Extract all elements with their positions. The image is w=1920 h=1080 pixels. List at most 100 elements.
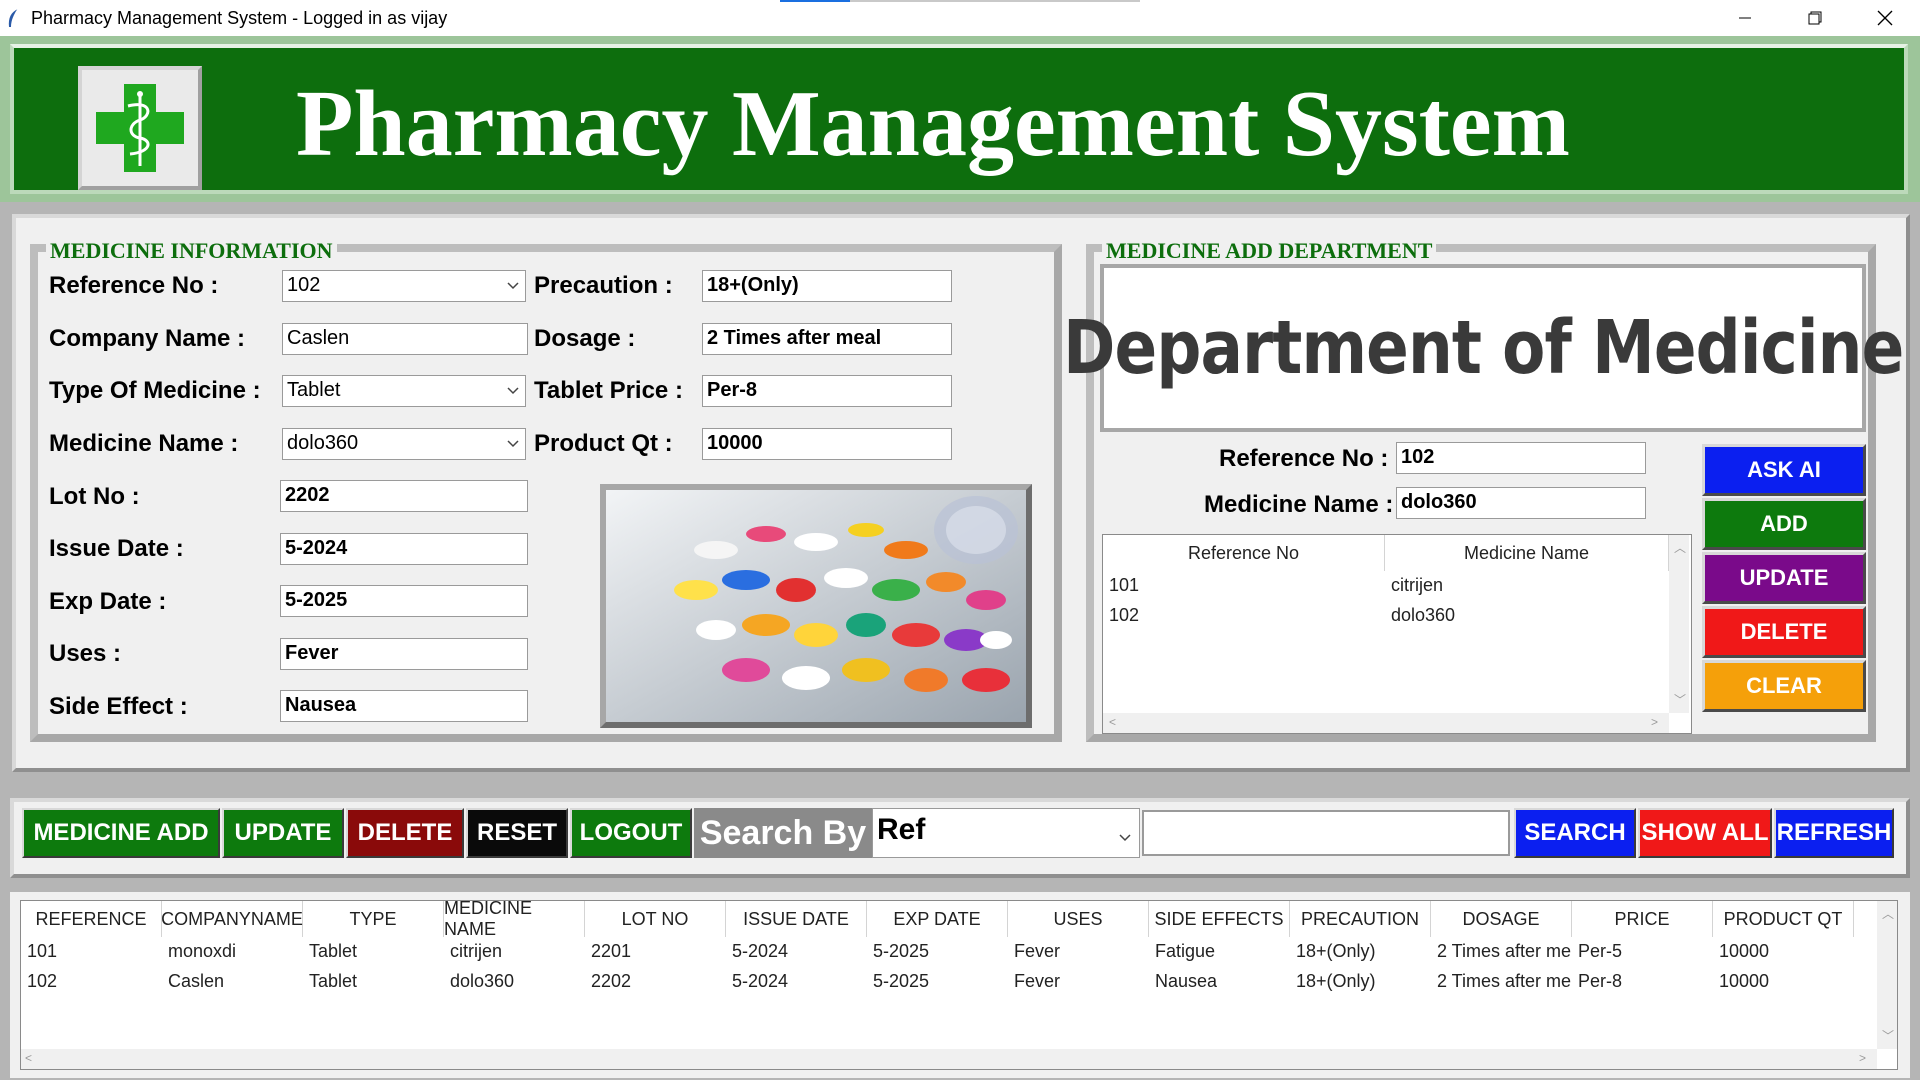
table-header-companyname[interactable]: COMPANYNAME — [161, 901, 303, 937]
table-cell[interactable]: 5-2024 — [732, 941, 788, 962]
records-horizontal-scrollbar[interactable]: < > — [21, 1049, 1877, 1069]
scroll-up-icon[interactable]: ︿ — [1882, 905, 1894, 922]
table-header-issue-date[interactable]: ISSUE DATE — [726, 901, 867, 937]
precaution-input[interactable]: 18+(Only) — [702, 270, 952, 302]
table-cell[interactable]: Nausea — [1155, 971, 1217, 992]
clear-button[interactable]: CLEAR — [1702, 660, 1866, 712]
chevron-down-icon[interactable] — [1117, 821, 1133, 855]
ask-ai-button[interactable]: ASK AI — [1702, 444, 1866, 496]
delete-button[interactable]: DELETE — [346, 808, 464, 858]
company-name-input[interactable]: Caslen — [282, 323, 528, 355]
list-vertical-scrollbar[interactable]: ︿ ﹀ — [1669, 535, 1689, 713]
table-cell[interactable]: 2 Times after me — [1437, 971, 1571, 992]
update-button[interactable]: UPDATE — [222, 808, 344, 858]
table-cell[interactable]: 101 — [27, 941, 57, 962]
restore-button[interactable] — [1780, 0, 1850, 36]
list-cell[interactable]: citrijen — [1391, 575, 1443, 596]
product-qt-value: 10000 — [707, 432, 763, 454]
scroll-right-icon[interactable]: > — [1651, 715, 1658, 729]
list-cell[interactable]: 102 — [1109, 605, 1139, 626]
list-horizontal-scrollbar[interactable]: < > — [1103, 713, 1669, 733]
add-medicine-name-label: Medicine Name : — [1204, 491, 1394, 518]
table-header-product-qt[interactable]: PRODUCT QT — [1713, 901, 1854, 937]
table-cell[interactable]: Fever — [1014, 971, 1060, 992]
table-cell[interactable]: 10000 — [1719, 941, 1769, 962]
lot-no-label: Lot No : — [49, 483, 140, 510]
add-medicine-name-input[interactable]: dolo360 — [1396, 487, 1646, 519]
add-reference-no-value: 102 — [1401, 446, 1435, 468]
exp-date-input[interactable]: 5-2025 — [280, 585, 528, 617]
table-header-reference[interactable]: REFERENCE — [21, 901, 162, 937]
update-side-button[interactable]: UPDATE — [1702, 552, 1866, 604]
lot-no-input[interactable]: 2202 — [280, 480, 528, 512]
table-cell[interactable]: Per-8 — [1578, 971, 1622, 992]
scroll-up-icon[interactable]: ︿ — [1674, 539, 1686, 556]
table-header-price[interactable]: PRICE — [1572, 901, 1713, 937]
table-cell[interactable]: 102 — [27, 971, 57, 992]
uses-input[interactable]: Fever — [280, 638, 528, 670]
table-cell[interactable]: Per-5 — [1578, 941, 1622, 962]
exp-date-value: 5-2025 — [285, 589, 348, 611]
table-header-uses[interactable]: USES — [1008, 901, 1149, 937]
table-cell[interactable]: citrijen — [450, 941, 502, 962]
table-cell[interactable]: Caslen — [168, 971, 224, 992]
reference-no-combobox[interactable]: 102 — [282, 270, 526, 302]
table-header-precaution[interactable]: PRECAUTION — [1290, 901, 1431, 937]
table-cell[interactable]: 2 Times after me — [1437, 941, 1571, 962]
table-header-type[interactable]: TYPE — [303, 901, 444, 937]
table-cell[interactable]: 18+(Only) — [1296, 941, 1376, 962]
scroll-left-icon[interactable]: < — [1109, 715, 1116, 729]
product-qt-input[interactable]: 10000 — [702, 428, 952, 460]
close-button[interactable] — [1850, 0, 1920, 36]
add-button[interactable]: ADD — [1702, 498, 1866, 550]
table-cell[interactable]: 5-2025 — [873, 941, 929, 962]
scroll-down-icon[interactable]: ﹀ — [1674, 691, 1686, 708]
records-vertical-scrollbar[interactable]: ︿ ﹀ — [1877, 901, 1897, 1049]
table-cell[interactable]: 10000 — [1719, 971, 1769, 992]
type-of-medicine-combobox[interactable]: Tablet — [282, 375, 526, 407]
side-effect-label: Side Effect : — [49, 693, 188, 720]
dosage-input[interactable]: 2 Times after meal — [702, 323, 952, 355]
scroll-right-icon[interactable]: > — [1859, 1051, 1866, 1065]
list-header-medicine-name[interactable]: Medicine Name — [1385, 535, 1669, 571]
side-effect-input[interactable]: Nausea — [280, 690, 528, 722]
table-cell[interactable]: 5-2025 — [873, 971, 929, 992]
chevron-down-icon[interactable] — [505, 275, 521, 295]
chevron-down-icon[interactable] — [505, 380, 521, 400]
tablet-price-input[interactable]: Per-8 — [702, 375, 952, 407]
chevron-down-icon[interactable] — [505, 433, 521, 453]
reset-button[interactable]: RESET — [466, 808, 568, 858]
table-cell[interactable]: Tablet — [309, 971, 357, 992]
search-by-combobox[interactable]: Ref — [872, 808, 1140, 858]
issue-date-input[interactable]: 5-2024 — [280, 533, 528, 565]
scroll-left-icon[interactable]: < — [25, 1051, 32, 1065]
add-reference-no-input[interactable]: 102 — [1396, 442, 1646, 474]
table-cell[interactable]: 18+(Only) — [1296, 971, 1376, 992]
table-cell[interactable]: 2201 — [591, 941, 631, 962]
table-cell[interactable]: Tablet — [309, 941, 357, 962]
table-header-lot-no[interactable]: LOT NO — [585, 901, 726, 937]
list-cell[interactable]: 101 — [1109, 575, 1139, 596]
list-cell[interactable]: dolo360 — [1391, 605, 1455, 626]
medicine-name-combobox[interactable]: dolo360 — [282, 428, 526, 460]
table-cell[interactable]: 5-2024 — [732, 971, 788, 992]
scroll-down-icon[interactable]: ﹀ — [1882, 1027, 1894, 1044]
refresh-button[interactable]: REFRESH — [1774, 808, 1894, 858]
table-header-side-effects[interactable]: SIDE EFFECTS — [1149, 901, 1290, 937]
table-header-exp-date[interactable]: EXP DATE — [867, 901, 1008, 937]
table-cell[interactable]: Fatigue — [1155, 941, 1215, 962]
search-input[interactable] — [1142, 810, 1510, 856]
show-all-button[interactable]: SHOW ALL — [1638, 808, 1772, 858]
table-cell[interactable]: Fever — [1014, 941, 1060, 962]
logout-button[interactable]: LOGOUT — [570, 808, 692, 858]
search-button[interactable]: SEARCH — [1514, 808, 1636, 858]
table-header-medicine-name[interactable]: MEDICINE NAME — [444, 901, 585, 939]
table-cell[interactable]: 2202 — [591, 971, 631, 992]
table-header-dosage[interactable]: DOSAGE — [1431, 901, 1572, 937]
medicine-add-button[interactable]: MEDICINE ADD — [22, 808, 220, 858]
minimize-button[interactable] — [1710, 0, 1780, 36]
list-header-reference[interactable]: Reference No — [1103, 535, 1385, 571]
table-cell[interactable]: dolo360 — [450, 971, 514, 992]
delete-side-button[interactable]: DELETE — [1702, 606, 1866, 658]
table-cell[interactable]: monoxdi — [168, 941, 236, 962]
